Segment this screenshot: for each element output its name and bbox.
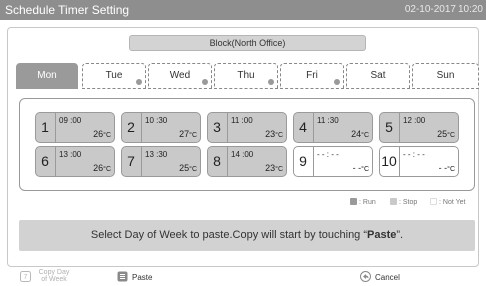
schedule-slot[interactable]: 10 - - : - - - -°C bbox=[379, 146, 459, 177]
date-display: 02-10-2017 bbox=[404, 4, 456, 15]
run-swatch-icon bbox=[350, 198, 357, 205]
slot-time: 13 :00 bbox=[59, 150, 82, 159]
slot-divider bbox=[399, 113, 400, 142]
slot-temperature: 25°C bbox=[179, 163, 197, 173]
slot-temperature: 26°C bbox=[93, 163, 111, 173]
schedule-slot[interactable]: 7 13 :30 25°C bbox=[121, 146, 201, 177]
copy-day-icon: 7 bbox=[20, 271, 31, 282]
slot-temperature: 24°C bbox=[351, 129, 369, 139]
tab-label: Thu bbox=[237, 70, 255, 81]
slot-divider bbox=[141, 147, 142, 176]
slot-number: 5 bbox=[385, 119, 393, 135]
paste-icon bbox=[117, 271, 128, 282]
slot-time: 11 :30 bbox=[317, 116, 339, 125]
paste-button[interactable]: Paste bbox=[117, 270, 177, 286]
tab-label: Sun bbox=[436, 70, 455, 81]
schedule-dot-icon bbox=[202, 79, 208, 85]
tab-sat[interactable]: Sat bbox=[346, 63, 410, 89]
slot-time: 11 :00 bbox=[231, 116, 253, 125]
time-display: 10:20 bbox=[457, 4, 483, 15]
day-tabs: Mon Tue Wed Thu Fri Sat Sun bbox=[16, 63, 480, 89]
cancel-icon bbox=[360, 271, 371, 282]
slot-divider bbox=[55, 113, 56, 142]
slot-number: 4 bbox=[299, 119, 307, 135]
slot-number: 8 bbox=[213, 153, 221, 169]
schedule-slot[interactable]: 3 11 :00 23°C bbox=[207, 112, 287, 143]
tab-tue[interactable]: Tue bbox=[82, 63, 146, 89]
stop-swatch-icon bbox=[390, 198, 397, 205]
slot-divider bbox=[227, 147, 228, 176]
slot-divider bbox=[399, 147, 400, 176]
schedule-dot-icon bbox=[268, 79, 274, 85]
slot-number: 2 bbox=[127, 119, 135, 135]
schedule-slot[interactable]: 8 14 :00 23°C bbox=[207, 146, 287, 177]
tab-wed[interactable]: Wed bbox=[148, 63, 212, 89]
schedule-slot[interactable]: 5 12 :00 25°C bbox=[379, 112, 459, 143]
legend-run: : Run bbox=[350, 198, 376, 206]
slot-time: 09 :00 bbox=[59, 116, 82, 125]
slot-number: 3 bbox=[213, 119, 221, 135]
tab-fri[interactable]: Fri bbox=[280, 63, 344, 89]
schedule-slot[interactable]: 4 11 :30 24°C bbox=[293, 112, 373, 143]
slot-divider bbox=[313, 147, 314, 176]
slot-temperature: 27°C bbox=[179, 129, 197, 139]
schedule-slot[interactable]: 9 - - : - - - -°C bbox=[293, 146, 373, 177]
tab-label: Fri bbox=[306, 70, 318, 81]
slot-time: 12 :00 bbox=[403, 116, 426, 125]
slot-temperature: - -°C bbox=[352, 163, 369, 173]
slot-temperature: 25°C bbox=[437, 129, 455, 139]
schedule-dot-icon bbox=[334, 79, 340, 85]
legend-stop: : Stop bbox=[390, 198, 417, 206]
tab-sun[interactable]: Sun bbox=[412, 63, 479, 89]
bottom-toolbar: 7 Copy Day of Week Paste Cancel bbox=[0, 268, 486, 286]
block-selector[interactable]: Block(North Office) bbox=[129, 35, 366, 51]
slot-number: 7 bbox=[127, 153, 135, 169]
slot-temperature: - -°C bbox=[438, 163, 455, 173]
slot-divider bbox=[141, 113, 142, 142]
slot-time: - - : - - bbox=[403, 150, 425, 159]
slot-time: 13 :30 bbox=[145, 150, 168, 159]
slot-divider bbox=[55, 147, 56, 176]
slot-temperature: 26°C bbox=[93, 129, 111, 139]
not-yet-swatch-icon bbox=[430, 198, 437, 205]
schedule-slot[interactable]: 1 09 :00 26°C bbox=[35, 112, 115, 143]
slot-time: 14 :00 bbox=[231, 150, 254, 159]
tab-label: Sat bbox=[370, 70, 386, 81]
tab-thu[interactable]: Thu bbox=[214, 63, 278, 89]
slot-number: 6 bbox=[41, 153, 49, 169]
slot-divider bbox=[227, 113, 228, 142]
copy-day-button[interactable]: 7 Copy Day of Week bbox=[20, 269, 110, 286]
legend-not-yet: : Not Yet bbox=[430, 198, 465, 206]
schedule-slot[interactable]: 2 10 :30 27°C bbox=[121, 112, 201, 143]
tab-label: Wed bbox=[169, 70, 191, 81]
schedule-slot[interactable]: 6 13 :00 26°C bbox=[35, 146, 115, 177]
slot-time: - - : - - bbox=[317, 150, 339, 159]
schedule-dot-icon bbox=[136, 79, 142, 85]
tab-mon[interactable]: Mon bbox=[16, 63, 78, 89]
slot-divider bbox=[313, 113, 314, 142]
slot-temperature: 23°C bbox=[265, 129, 283, 139]
tab-label: Mon bbox=[37, 70, 57, 81]
page-title: Schedule Timer Setting bbox=[5, 3, 130, 17]
svg-text:7: 7 bbox=[24, 274, 28, 281]
cancel-button[interactable]: Cancel bbox=[360, 270, 420, 286]
slot-number: 1 bbox=[41, 119, 49, 135]
slot-time: 10 :30 bbox=[145, 116, 168, 125]
instruction-message: Select Day of Week to paste.Copy will st… bbox=[19, 220, 475, 251]
slot-temperature: 23°C bbox=[265, 163, 283, 173]
title-bar: Schedule Timer Setting 02-10-2017 10:20 bbox=[0, 0, 486, 20]
slot-number: 9 bbox=[299, 153, 307, 169]
slot-number: 10 bbox=[381, 153, 397, 169]
tab-label: Tue bbox=[105, 70, 123, 81]
